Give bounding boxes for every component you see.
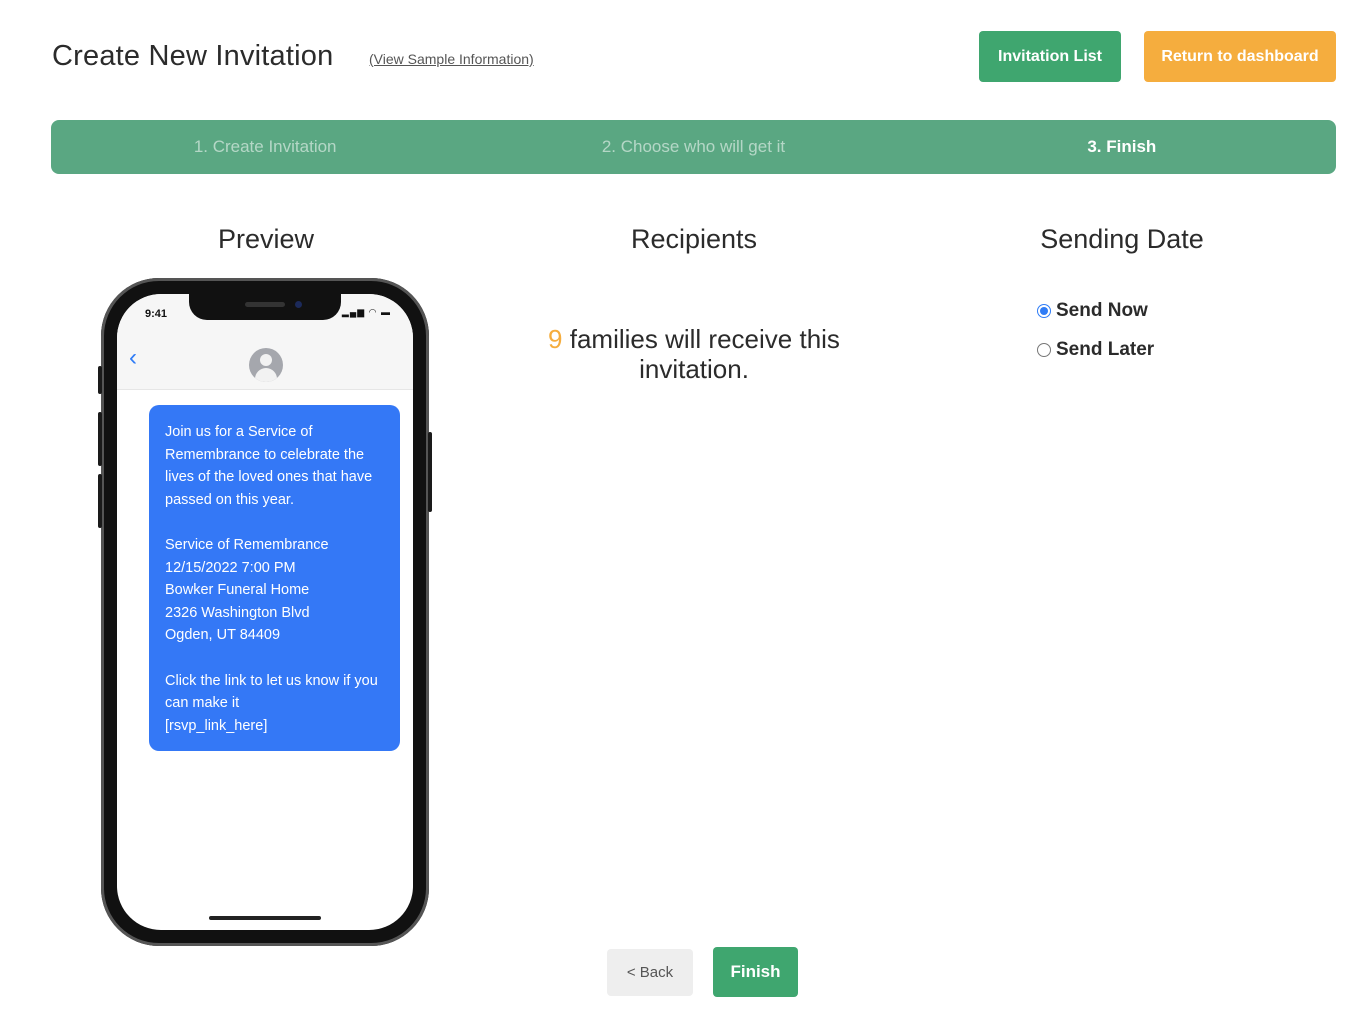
send-later-label: Send Later [1056,339,1155,360]
phone-power-button [428,432,432,512]
signal-wifi-battery-icons: ▂▄▆ ◠ ▬ [341,307,391,317]
send-later-radio[interactable] [1037,343,1051,357]
message-paragraph: Service of Remembrance 12/15/2022 7:00 P… [165,536,329,644]
invitation-list-button[interactable]: Invitation List [979,31,1121,82]
preview-heading: Preview [217,224,315,254]
send-now-option[interactable]: Send Now [1037,300,1148,322]
finish-button[interactable]: Finish [713,947,798,997]
step-finish: 3. Finish [1087,137,1157,156]
chevron-left-icon: ‹ [129,344,137,371]
message-bubble: Join us for a Service of Remembrance to … [149,405,400,751]
contact-avatar-icon [249,348,283,382]
step-choose-recipients: 2. Choose who will get it [601,137,786,156]
send-now-label: Send Now [1056,300,1148,321]
recipients-summary: 9 families will receive this invitation. [520,324,868,384]
phone-screen: 9:41 ▂▄▆ ◠ ▬ ‹ Join us for a Service of … [117,294,413,930]
recipients-count: 9 [548,324,563,354]
phone-volume-up [98,412,102,466]
message-paragraph: Join us for a Service of Remembrance to … [165,424,373,508]
home-indicator [209,916,321,920]
page-header: Create New Invitation (View Sample Infor… [0,0,1366,110]
message-paragraph: Click the link to let us know if you can… [165,672,378,734]
recipients-text: families will receive this invitation. [569,324,840,384]
phone-notch [189,294,341,320]
recipients-heading: Recipients [630,224,758,254]
send-now-radio[interactable] [1037,304,1051,318]
send-later-option[interactable]: Send Later [1037,339,1154,361]
phone-preview: 9:41 ▂▄▆ ◠ ▬ ‹ Join us for a Service of … [98,278,432,946]
view-sample-information-link[interactable]: (View Sample Information) [369,51,534,67]
step-create-invitation: 1. Create Invitation [193,137,337,156]
phone-mute-switch [98,366,102,394]
back-button[interactable]: < Back [607,949,693,996]
page-title: Create New Invitation [52,40,334,72]
return-to-dashboard-button[interactable]: Return to dashboard [1144,31,1336,82]
progress-stepper: 1. Create Invitation 2. Choose who will … [51,120,1336,174]
sending-date-heading: Sending Date [1040,224,1204,254]
phone-volume-down [98,474,102,528]
status-time: 9:41 [145,308,168,320]
